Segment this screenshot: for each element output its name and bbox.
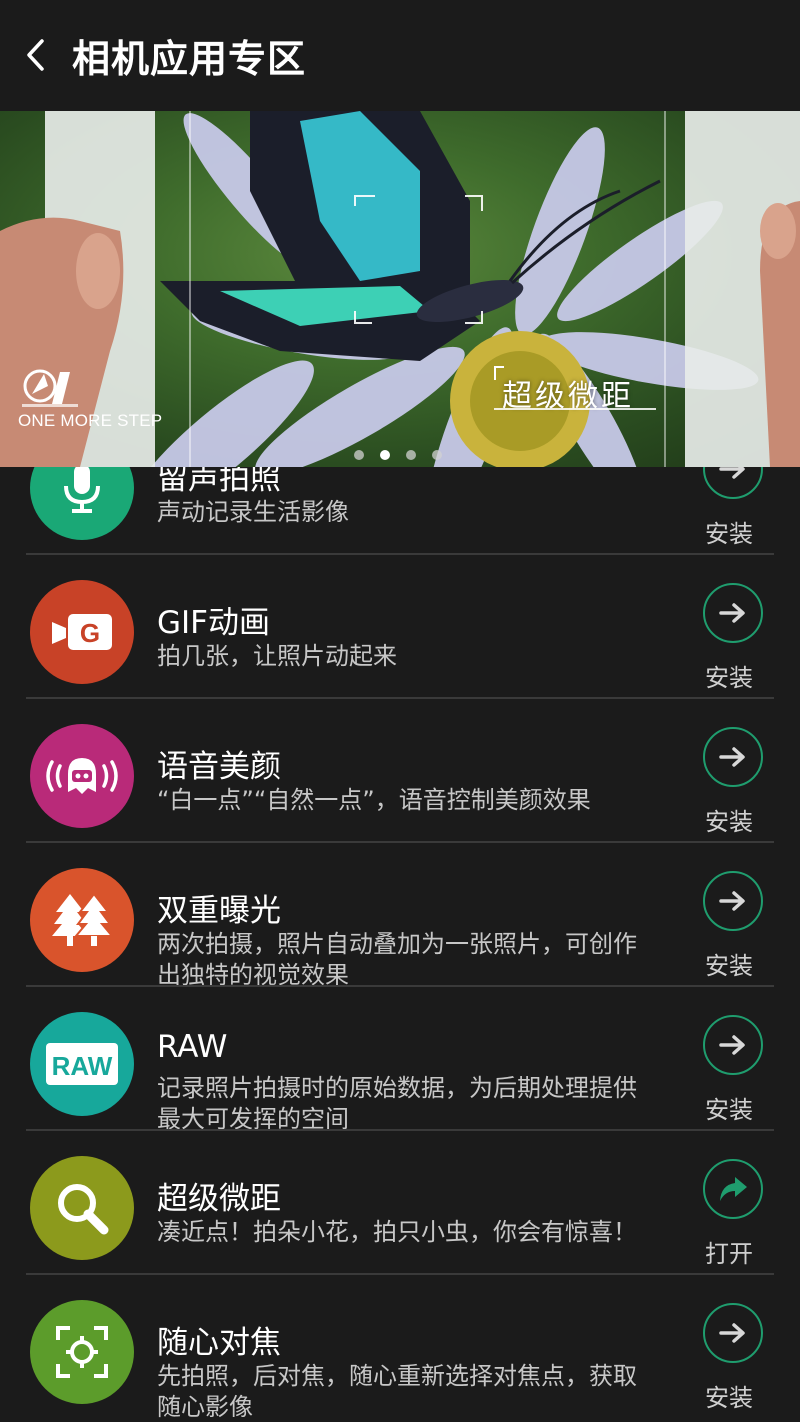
list-item[interactable]: 语音美颜 “白一点”“自然一点”，语音控制美颜效果 安装 [0, 699, 800, 843]
page-title: 相机应用专区 [72, 36, 307, 81]
svg-text:RAW: RAW [52, 1051, 113, 1081]
app-description: 两次拍摄，照片自动叠加为一张照片，可创作出独特的视觉效果 [157, 930, 637, 989]
arrow-right-icon [719, 747, 745, 767]
list-item[interactable]: 随心对焦 先拍照，后对焦，随心重新选择对焦点，获取随心影像 安装 [0, 1275, 800, 1421]
magnifier-icon [30, 1156, 134, 1260]
app-title: 双重曝光 [157, 893, 281, 929]
app-title: RAW [157, 1029, 228, 1065]
app-description: 先拍照，后对焦，随心重新选择对焦点，获取随心影像 [157, 1362, 637, 1421]
arrow-right-icon [719, 1323, 745, 1343]
carousel-indicator [354, 450, 442, 460]
page: 留声拍照 声动记录生活影像 安装 G GIF动画 拍几张，让照片动起来 安装 语… [0, 0, 800, 1422]
gif-camera-icon: G [30, 580, 134, 684]
arrow-right-icon [719, 891, 745, 911]
install-button[interactable] [703, 871, 763, 931]
open-button[interactable] [703, 1159, 763, 1219]
raw-icon: RAW [30, 1012, 134, 1116]
action-label[interactable]: 安装 [705, 514, 753, 549]
app-header: 相机应用专区 [0, 0, 800, 110]
app-description: “白一点”“自然一点”，语音控制美颜效果 [157, 786, 591, 814]
install-button[interactable] [703, 727, 763, 787]
carousel-dot[interactable] [406, 450, 416, 460]
install-button[interactable] [703, 583, 763, 643]
back-button[interactable] [0, 0, 72, 110]
install-button[interactable] [703, 1015, 763, 1075]
install-button[interactable] [703, 1303, 763, 1363]
back-arrow-icon [27, 39, 44, 71]
action-label[interactable]: 安装 [705, 1378, 753, 1413]
focus-icon [30, 1300, 134, 1404]
svg-text:G: G [80, 618, 100, 648]
app-title: 随心对焦 [157, 1325, 281, 1361]
app-description: 凑近点！拍朵小花，拍只小虫，你会有惊喜！ [157, 1218, 637, 1246]
action-label[interactable]: 打开 [705, 1234, 753, 1269]
app-description: 记录照片拍摄时的原始数据，为后期处理提供最大可发挥的空间 [157, 1074, 637, 1133]
action-label[interactable]: 安装 [705, 658, 753, 693]
app-description: 声动记录生活影像 [157, 498, 349, 526]
carousel-dot[interactable] [354, 450, 364, 460]
list-item[interactable]: 双重曝光 两次拍摄，照片自动叠加为一张照片，可创作出独特的视觉效果 安装 [0, 843, 800, 989]
list-item[interactable]: 超级微距 凑近点！拍朵小花，拍只小虫，你会有惊喜！ 打开 [0, 1131, 800, 1275]
action-label[interactable]: 安装 [705, 1090, 753, 1125]
app-list: 留声拍照 声动记录生活影像 安装 G GIF动画 拍几张，让照片动起来 安装 语… [0, 411, 800, 1421]
app-description: 拍几张，让照片动起来 [157, 642, 397, 670]
carousel-dot-active[interactable] [380, 450, 390, 460]
brand-text: ONE MORE STEP [18, 411, 163, 430]
promo-banner[interactable]: 超级微距 ONE MORE STEP [0, 111, 800, 467]
caption-underline [494, 408, 656, 410]
trees-icon [30, 868, 134, 972]
app-title: 超级微距 [157, 1181, 281, 1217]
brand-logo [22, 366, 82, 414]
action-label[interactable]: 安装 [705, 802, 753, 837]
list-item[interactable]: G GIF动画 拍几张，让照片动起来 安装 [0, 555, 800, 699]
list-item[interactable]: RAW RAW 记录照片拍摄时的原始数据，为后期处理提供最大可发挥的空间 安装 [0, 987, 800, 1133]
carousel-dot[interactable] [432, 450, 442, 460]
arrow-right-icon [719, 603, 745, 623]
share-arrow-icon [720, 1177, 747, 1201]
voice-face-icon [30, 724, 134, 828]
app-title: GIF动画 [157, 605, 270, 641]
app-title: 语音美颜 [157, 749, 281, 785]
arrow-right-icon [719, 1035, 745, 1055]
action-label[interactable]: 安装 [705, 946, 753, 981]
